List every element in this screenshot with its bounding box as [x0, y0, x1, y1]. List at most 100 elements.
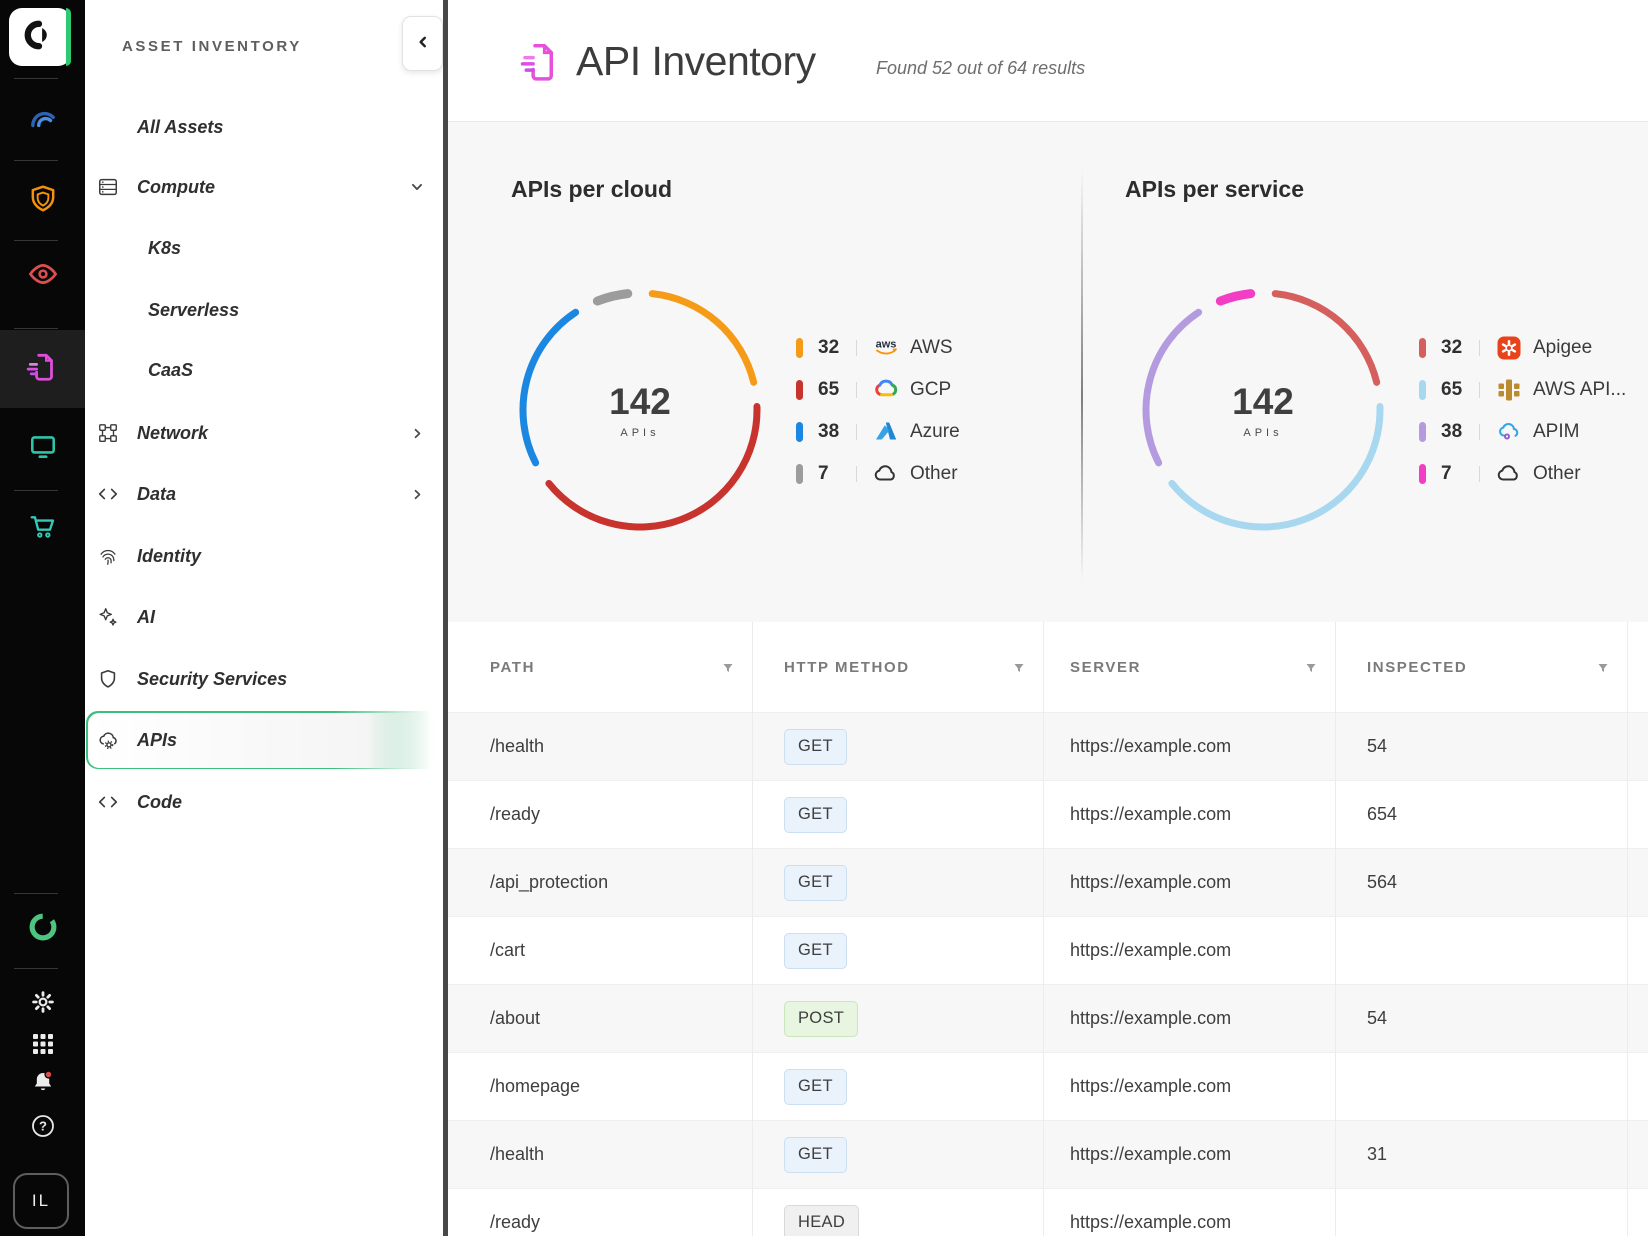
rail-item-notifications[interactable] [0, 1065, 85, 1101]
donut-segment-aws-api-[interactable] [1172, 407, 1380, 527]
sidebar-item-identity[interactable]: Identity [96, 536, 436, 576]
rail-divider [14, 968, 58, 969]
chevron-left-icon [416, 35, 430, 52]
column-label: PATH [490, 659, 535, 676]
sidebar-item-code[interactable]: Code [96, 782, 436, 822]
rail-divider [14, 328, 58, 329]
sidebar-item-data[interactable]: Data [96, 474, 436, 514]
table-row[interactable]: /health GET https://example.com 54 [448, 712, 1648, 780]
legend-label: AWS API... [1533, 379, 1626, 401]
user-avatar[interactable]: IL [13, 1173, 69, 1229]
rail-item-radar[interactable] [0, 90, 85, 150]
donut-chart-apis-per-cloud: 142 APIs [505, 275, 775, 545]
chart-title-apis-per-cloud: APIs per cloud [511, 176, 672, 203]
donut-svg-service[interactable] [1128, 275, 1398, 545]
chevron-right-icon[interactable] [411, 427, 424, 440]
cell-path: /cart [448, 917, 752, 984]
api-document-pink-icon [26, 350, 60, 389]
sidebar-item-security-services[interactable]: Security Services [96, 659, 436, 699]
donut-segment-azure[interactable] [523, 312, 576, 463]
shopping-cart-icon [28, 512, 58, 545]
column-label: INSPECTED [1367, 659, 1467, 676]
legend-value: 32 [818, 337, 856, 359]
cell-path: /homepage [448, 1053, 752, 1120]
legend-value: 38 [1441, 421, 1479, 443]
legend-pill [796, 422, 803, 442]
server-stack-icon [96, 175, 120, 199]
table-row[interactable]: /ready HEAD https://example.com [448, 1188, 1648, 1236]
sidebar-item-ai[interactable]: AI [96, 597, 436, 637]
sidebar-item-label: Serverless [148, 300, 239, 321]
filter-icon[interactable] [1305, 661, 1317, 678]
legend-item-other-service[interactable]: 7 Other [1419, 460, 1581, 488]
page-header: API Inventory Found 52 out of 64 results [448, 0, 1648, 122]
legend-value: 32 [1441, 337, 1479, 359]
rail-item-monitor[interactable] [0, 417, 85, 477]
svg-text:?: ? [39, 1118, 47, 1133]
legend-item-azure[interactable]: 38 Azure [796, 418, 960, 446]
table-row[interactable]: /about POST https://example.com 54 [448, 984, 1648, 1052]
shield-orange-icon [28, 184, 58, 217]
sidebar-item-serverless[interactable]: Serverless [148, 290, 436, 330]
legend-item-apigee[interactable]: 32 Apigee [1419, 334, 1592, 362]
logo-green-accent [66, 8, 71, 66]
rail-item-ring-logo[interactable] [0, 898, 85, 958]
rail-item-marketplace[interactable] [0, 498, 85, 558]
legend-label: Other [910, 463, 958, 485]
table-row[interactable]: /health GET https://example.com 31 [448, 1120, 1648, 1188]
sidebar-item-all-assets[interactable]: All Assets [96, 107, 436, 147]
sidebar-item-network[interactable]: Network [96, 413, 436, 453]
column-header-inspected: INSPECTED [1335, 622, 1627, 712]
green-ring-logo-icon [27, 911, 59, 946]
monitor-teal-icon [28, 431, 58, 464]
http-method-badge: POST [784, 1001, 858, 1037]
donut-segment-other[interactable] [1220, 294, 1250, 301]
donut-segment-aws[interactable] [652, 294, 753, 383]
donut-segment-other[interactable] [597, 294, 627, 301]
legend-item-aws[interactable]: 32 aws AWS [796, 334, 953, 362]
table-row[interactable]: /api_protection GET https://example.com … [448, 848, 1648, 916]
sidebar-item-label: Compute [137, 177, 215, 198]
sidebar-item-label: K8s [148, 238, 181, 259]
http-method-badge: GET [784, 797, 847, 833]
rail-item-api-inventory-selected[interactable] [0, 330, 85, 408]
filter-icon[interactable] [1013, 661, 1025, 678]
sidebar-item-label: All Assets [137, 117, 223, 138]
legend-item-apim[interactable]: 38 APIM [1419, 418, 1579, 446]
legend-pill [1419, 422, 1426, 442]
legend-separator [1479, 466, 1480, 482]
bell-icon [30, 1069, 56, 1098]
legend-item-aws-api-gateway[interactable]: 65 AWS API... [1419, 376, 1626, 404]
sidebar-item-apis[interactable]: APIs [96, 720, 436, 760]
filter-icon[interactable] [1597, 661, 1609, 678]
charts-section: APIs per cloud APIs per service 142 APIs… [448, 122, 1648, 622]
chevron-right-icon[interactable] [411, 488, 424, 501]
table-header: PATH HTTP METHOD SERVER INSPECTED [448, 622, 1648, 712]
donut-segment-apigee[interactable] [1275, 294, 1376, 383]
legend-label: Apigee [1533, 337, 1592, 359]
chevron-down-icon[interactable] [410, 180, 424, 194]
sidebar-item-k8s[interactable]: K8s [148, 228, 436, 268]
filter-icon[interactable] [722, 661, 734, 678]
legend-item-other-cloud[interactable]: 7 Other [796, 460, 958, 488]
donut-segment-apim[interactable] [1146, 312, 1199, 463]
legend-item-gcp[interactable]: 65 GCP [796, 376, 951, 404]
rail-item-settings[interactable] [0, 985, 85, 1021]
rail-item-eye[interactable] [0, 245, 85, 305]
donut-svg-cloud[interactable] [505, 275, 775, 545]
cell-server: https://example.com [1043, 1189, 1335, 1236]
rail-item-apps[interactable] [0, 1027, 85, 1063]
sidebar-collapse-button[interactable] [402, 16, 443, 71]
user-initials: IL [32, 1191, 50, 1211]
table-row[interactable]: /cart GET https://example.com [448, 916, 1648, 984]
sidebar-item-compute[interactable]: Compute [96, 167, 436, 207]
page-title: API Inventory [576, 38, 816, 85]
sidebar-item-caas[interactable]: CaaS [148, 350, 436, 390]
app-logo[interactable] [9, 8, 71, 66]
table-row[interactable]: /ready GET https://example.com 654 [448, 780, 1648, 848]
rail-item-shield[interactable] [0, 170, 85, 230]
donut-segment-gcp[interactable] [549, 407, 757, 527]
aws-api-gateway-logo-icon [1495, 376, 1523, 404]
rail-item-help[interactable]: ? [0, 1109, 85, 1145]
table-row[interactable]: /homepage GET https://example.com [448, 1052, 1648, 1120]
